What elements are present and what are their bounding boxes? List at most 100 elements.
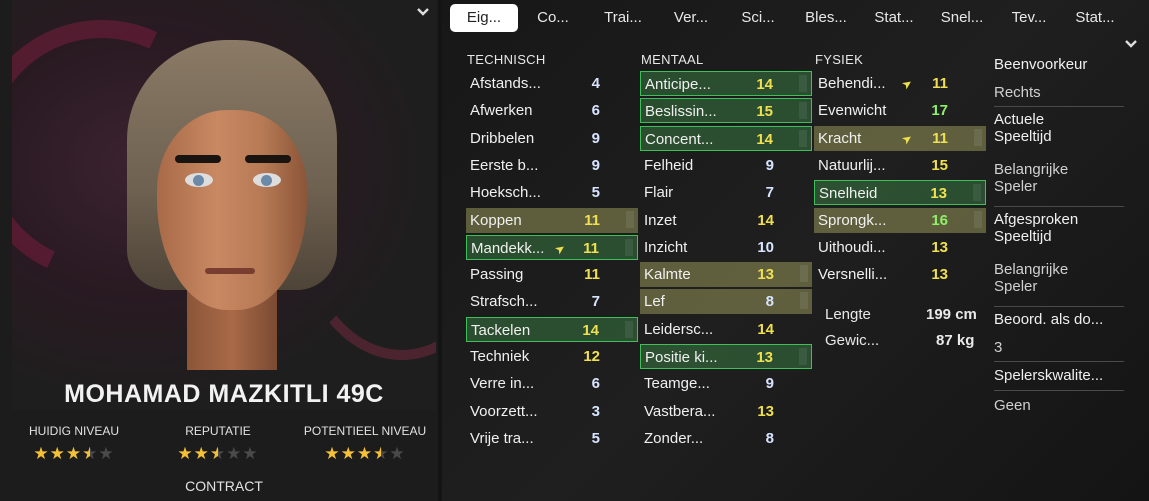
star-icon: ★ bbox=[177, 444, 194, 463]
attribute-row[interactable]: Passing 11 bbox=[466, 262, 638, 287]
chevron-down-icon[interactable] bbox=[1124, 36, 1138, 52]
height-info: Lengte bbox=[825, 306, 871, 323]
tab-satisfaction[interactable]: Tev... bbox=[996, 4, 1062, 32]
attribute-row[interactable]: Flair 7 bbox=[640, 180, 812, 205]
attribute-value: 15 bbox=[931, 156, 948, 174]
attribute-row[interactable]: Voorzett... 3 bbox=[466, 399, 638, 424]
tab-status[interactable]: Stat... bbox=[1062, 4, 1128, 32]
attribute-value: 13 bbox=[756, 349, 773, 366]
attribute-name: Hoeksch... bbox=[470, 184, 541, 202]
attribute-value: 11 bbox=[584, 266, 600, 284]
player-traits-value: Geen bbox=[994, 397, 1031, 414]
height-label: Lengte bbox=[825, 306, 871, 323]
star-icon: ★ bbox=[226, 444, 243, 463]
attribute-row[interactable]: Snelheid 13 bbox=[814, 180, 986, 206]
agreed-playing-time-value: Belangrijke Speler bbox=[994, 261, 1069, 295]
attribute-value: 17 bbox=[931, 102, 948, 120]
attribute-row[interactable]: Strafsch... 7 bbox=[466, 289, 638, 314]
attribute-row[interactable]: Leidersc... 14 bbox=[640, 317, 812, 342]
current-ability-rating: HUIDIG NIVEAU ★★★★★ bbox=[24, 424, 124, 464]
agreed-playing-time-label: Afgesproken Speeltijd bbox=[994, 211, 1079, 245]
height-value-wrap: 199 cm bbox=[926, 306, 977, 323]
tab-history[interactable]: Ver... bbox=[658, 4, 724, 32]
highlight-marker bbox=[973, 184, 981, 202]
divider bbox=[994, 206, 1124, 207]
attribute-value: 13 bbox=[931, 238, 948, 256]
attribute-row[interactable]: Evenwicht 17 bbox=[814, 98, 986, 123]
attribute-row[interactable]: Sprongk... 16 bbox=[814, 207, 986, 233]
attribute-row[interactable]: Afstands... 4 bbox=[466, 71, 638, 96]
divider bbox=[994, 306, 1124, 307]
attribute-name: Felheid bbox=[644, 156, 694, 174]
tab-scouting[interactable]: Sci... bbox=[724, 4, 792, 32]
tab-contract[interactable]: Co... bbox=[518, 4, 588, 32]
attribute-row[interactable]: Eerste b... 9 bbox=[466, 153, 638, 178]
potential-ability-rating: POTENTIEEL NIVEAU ★★★★★ bbox=[300, 424, 430, 464]
tab-overview[interactable]: Eig... bbox=[450, 4, 518, 32]
tab-quick[interactable]: Snel... bbox=[928, 4, 996, 32]
attribute-row[interactable]: Uithoudi... 13 bbox=[814, 235, 986, 260]
physical-column-title: FYSIEK bbox=[815, 52, 864, 67]
preferred-foot-label: Beenvoorkeur bbox=[994, 56, 1088, 73]
attribute-row[interactable]: Behendi... ➤ 11 bbox=[814, 71, 986, 96]
attribute-name: Mandekk... bbox=[471, 239, 545, 257]
attribute-name: Strafsch... bbox=[470, 293, 538, 311]
attribute-row[interactable]: Beslissin... 15 bbox=[640, 98, 812, 124]
attribute-row[interactable]: Dribbelen 9 bbox=[466, 126, 638, 151]
attribute-row[interactable]: Teamge... 9 bbox=[640, 371, 812, 396]
highlight-marker bbox=[800, 265, 808, 283]
highlight-marker bbox=[625, 320, 633, 338]
attribute-value: 4 bbox=[591, 75, 600, 92]
highlight-marker bbox=[799, 129, 807, 147]
attribute-row[interactable]: Anticipe... 14 bbox=[640, 71, 812, 96]
attribute-value: 9 bbox=[765, 375, 774, 393]
attribute-row[interactable]: Positie ki... 13 bbox=[640, 344, 812, 369]
attribute-row[interactable]: Afwerken 6 bbox=[466, 98, 638, 123]
attribute-row[interactable]: Vrije tra... 5 bbox=[466, 426, 638, 451]
attribute-row[interactable]: Vastbera... 13 bbox=[640, 399, 812, 424]
attribute-row[interactable]: Concent... 14 bbox=[640, 125, 812, 151]
player-head bbox=[157, 110, 307, 310]
attribute-value: 5 bbox=[591, 429, 600, 447]
star-icon: ★ bbox=[389, 444, 406, 463]
tab-stats[interactable]: Stat... bbox=[860, 4, 928, 32]
highlight-marker bbox=[974, 210, 982, 228]
attribute-name: Beslissin... bbox=[645, 103, 717, 121]
attribute-name: Lef bbox=[644, 293, 665, 311]
tab-training[interactable]: Trai... bbox=[588, 4, 658, 32]
trend-up-arrow-icon: ➤ bbox=[551, 240, 569, 258]
highlight-marker bbox=[625, 238, 633, 256]
attribute-row[interactable]: Lef 8 bbox=[640, 289, 812, 315]
attribute-row[interactable]: Versnelli... 13 bbox=[814, 262, 986, 287]
attribute-value: 14 bbox=[756, 76, 773, 93]
contract-label[interactable]: CONTRACT bbox=[12, 478, 436, 494]
technical-column-title: TECHNISCH bbox=[467, 52, 546, 67]
attribute-row[interactable]: Hoeksch... 5 bbox=[466, 180, 638, 205]
attribute-row[interactable]: Natuurlij... 15 bbox=[814, 153, 986, 178]
attribute-row[interactable]: Techniek 12 bbox=[466, 344, 638, 369]
attribute-row[interactable]: Mandekk... ➤ 11 bbox=[466, 234, 638, 260]
attribute-value: 11 bbox=[932, 129, 948, 147]
attribute-row[interactable]: Kracht ➤ 11 bbox=[814, 125, 986, 151]
attribute-row[interactable]: Kalmte 13 bbox=[640, 262, 812, 288]
attribute-value: 14 bbox=[756, 130, 773, 148]
attribute-name: Flair bbox=[644, 184, 674, 202]
attribute-name: Afwerken bbox=[470, 102, 533, 120]
attribute-row[interactable]: Felheid 9 bbox=[640, 153, 812, 178]
player-profile-panel: MOHAMAD MAZKITLI 49C HUIDIG NIVEAU ★★★★★… bbox=[0, 0, 438, 501]
attribute-row[interactable]: Inzet 14 bbox=[640, 208, 812, 233]
attribute-name: Leidersc... bbox=[644, 320, 714, 338]
attribute-value: 13 bbox=[757, 402, 774, 420]
highlight-marker bbox=[799, 75, 807, 92]
attribute-row[interactable]: Zonder... 8 bbox=[640, 426, 812, 451]
chevron-down-icon[interactable] bbox=[416, 4, 430, 20]
attribute-value: 7 bbox=[765, 184, 774, 202]
tab-injuries[interactable]: Bles... bbox=[792, 4, 860, 32]
attributes-panel: Eig... Co... Trai... Ver... Sci... Bles.… bbox=[442, 0, 1149, 501]
attribute-row[interactable]: Inzicht 10 bbox=[640, 235, 812, 260]
attribute-row[interactable]: Tackelen 14 bbox=[466, 316, 638, 342]
attribute-row[interactable]: Koppen 11 bbox=[466, 207, 638, 233]
attribute-row[interactable]: Verre in... 6 bbox=[466, 371, 638, 396]
attribute-name: Passing bbox=[470, 266, 524, 284]
star-icon: ★ bbox=[324, 444, 341, 463]
